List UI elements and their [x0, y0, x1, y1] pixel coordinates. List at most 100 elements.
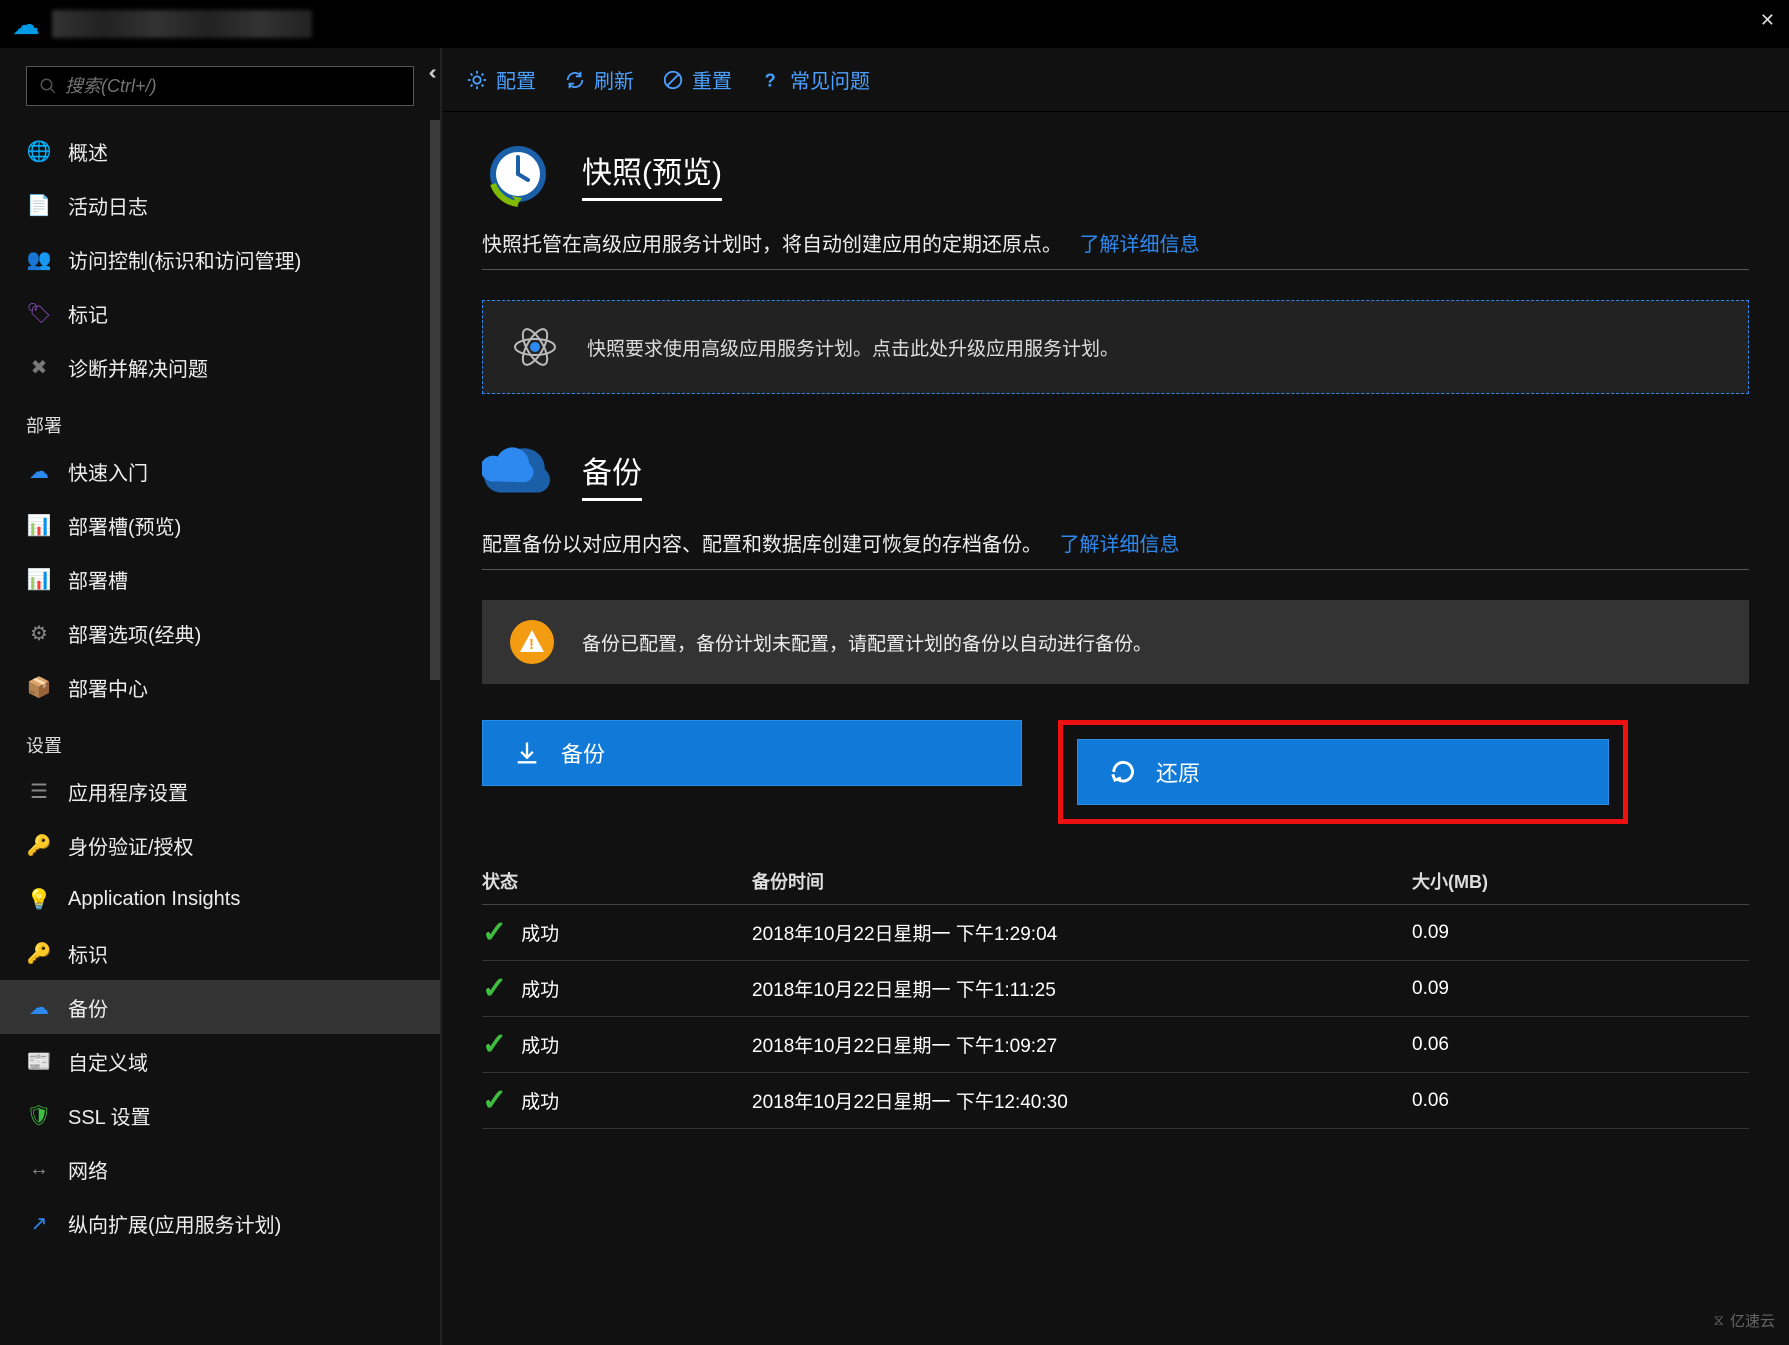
sidebar-item-纵向扩展(应用服务计划)[interactable]: ↗ 纵向扩展(应用服务计划) [0, 1196, 440, 1250]
log-icon: 📄 [26, 192, 52, 218]
sidebar-item-label: 部署选项(经典) [68, 619, 201, 648]
search-box[interactable] [26, 66, 414, 106]
status-text: 成功 [521, 1031, 559, 1058]
backup-learn-more-link[interactable]: 了解详细信息 [1060, 534, 1180, 556]
col-size: 大小(MB) [1412, 868, 1612, 894]
sidebar-item-活动日志[interactable]: 📄 活动日志 [0, 178, 440, 232]
size-cell: 0.06 [1412, 1090, 1612, 1112]
sidebar-item-label: 快速入门 [68, 457, 148, 486]
snapshot-desc: 快照托管在高级应用服务计划时，将自动创建应用的定期还原点。 了解详细信息 [482, 228, 1749, 257]
svg-text:!: ! [529, 636, 534, 653]
sidebar-item-label: 应用程序设置 [68, 777, 188, 806]
key-icon: 🔑 [26, 940, 52, 966]
cloud-icon: ☁ [26, 994, 52, 1020]
section-settings: 设置 [0, 714, 440, 764]
download-icon [513, 739, 541, 767]
center-icon: 📦 [26, 674, 52, 700]
sidebar-item-label: 备份 [68, 993, 108, 1022]
infinity-icon: ⧖ [1713, 1312, 1724, 1329]
col-status: 状态 [482, 868, 752, 894]
sidebar-item-label: SSL 设置 [68, 1101, 151, 1130]
sidebar-item-label: 部署槽 [68, 565, 128, 594]
title-blurred [52, 10, 312, 38]
snapshot-header: 快照(预览) [482, 138, 1749, 210]
net-icon: ↔ [26, 1156, 52, 1182]
sidebar-item-label: 部署中心 [68, 673, 148, 702]
status-text: 成功 [521, 1087, 559, 1114]
toolbar: 配置 刷新 重置 ?常见问题 [442, 48, 1789, 112]
watermark: ⧖ 亿速云 [1713, 1310, 1775, 1331]
restore-highlight: 还原 [1058, 720, 1628, 824]
title-bar: ☁ ✕ [0, 0, 1789, 48]
reset-button[interactable]: 重置 [662, 65, 732, 94]
sidebar-item-部署选项(经典)[interactable]: ⚙ 部署选项(经典) [0, 606, 440, 660]
time-cell: 2018年10月22日星期一 下午1:11:25 [752, 975, 1412, 1002]
table-row[interactable]: ✓成功2018年10月22日星期一 下午1:11:250.09 [482, 961, 1749, 1017]
check-icon: ✓ [482, 1027, 507, 1062]
sidebar-item-SSL 设置[interactable]: 🛡 SSL 设置 [0, 1088, 440, 1142]
svg-text:?: ? [765, 69, 776, 90]
scale-icon: ↗ [26, 1210, 52, 1236]
shield-icon: 🛡 [26, 1102, 52, 1128]
divider [482, 569, 1749, 570]
sidebar-item-label: 标记 [68, 299, 108, 328]
backup-desc: 配置备份以对应用内容、配置和数据库创建可恢复的存档备份。 了解详细信息 [482, 528, 1749, 557]
sidebar-item-Application Insights[interactable]: 💡Application Insights [0, 872, 440, 926]
page-icon: 📰 [26, 1048, 52, 1074]
atom-icon [511, 323, 559, 371]
size-cell: 0.09 [1412, 978, 1612, 1000]
sidebar-item-标识[interactable]: 🔑标识 [0, 926, 440, 980]
configure-button[interactable]: 配置 [466, 65, 536, 94]
sidebar-item-部署中心[interactable]: 📦 部署中心 [0, 660, 440, 714]
warning-icon: ! [510, 620, 554, 664]
sidebar-item-部署槽[interactable]: 📊部署槽 [0, 552, 440, 606]
search-icon [39, 77, 57, 95]
time-cell: 2018年10月22日星期一 下午12:40:30 [752, 1087, 1412, 1114]
faq-button[interactable]: ?常见问题 [760, 65, 870, 94]
sidebar-item-诊断并解决问题[interactable]: ✖诊断并解决问题 [0, 340, 440, 394]
sidebar: ‹‹ 🌐概述📄活动日志👥访问控制(标识和访问管理)🏷标记✖诊断并解决问题部署☁快… [0, 48, 440, 1345]
table-row[interactable]: ✓成功2018年10月22日星期一 下午12:40:300.06 [482, 1073, 1749, 1129]
sidebar-item-备份[interactable]: ☁ 备份 [0, 980, 440, 1034]
sidebar-item-label: 访问控制(标识和访问管理) [68, 245, 301, 274]
cloud-backup-icon [482, 438, 554, 510]
question-icon: ? [760, 69, 782, 91]
backup-table-header: 状态 备份时间 大小(MB) [482, 864, 1749, 905]
restore-button[interactable]: 还原 [1077, 739, 1609, 805]
sidebar-item-快速入门[interactable]: ☁快速入门 [0, 444, 440, 498]
restore-icon [1108, 758, 1136, 786]
sidebar-item-标记[interactable]: 🏷标记 [0, 286, 440, 340]
snapshot-upgrade-callout[interactable]: 快照要求使用高级应用服务计划。点击此处升级应用服务计划。 [482, 300, 1749, 394]
sidebar-item-label: 纵向扩展(应用服务计划) [68, 1209, 281, 1238]
sidebar-item-label: 活动日志 [68, 191, 148, 220]
bulb-icon: 💡 [26, 886, 52, 912]
sidebar-item-label: 身份验证/授权 [68, 831, 194, 860]
snapshot-callout-text: 快照要求使用高级应用服务计划。点击此处升级应用服务计划。 [587, 334, 1119, 361]
close-icon[interactable]: ✕ [1760, 10, 1775, 31]
sidebar-item-label: 网络 [68, 1155, 108, 1184]
scrollbar[interactable] [430, 120, 440, 680]
table-row[interactable]: ✓成功2018年10月22日星期一 下午1:29:040.09 [482, 905, 1749, 961]
sidebar-item-访问控制(标识和访问管理)[interactable]: 👥 访问控制(标识和访问管理) [0, 232, 440, 286]
backup-warning: ! 备份已配置，备份计划未配置，请配置计划的备份以自动进行备份。 [482, 600, 1749, 684]
snapshot-learn-more-link[interactable]: 了解详细信息 [1080, 234, 1200, 256]
table-row[interactable]: ✓成功2018年10月22日星期一 下午1:09:270.06 [482, 1017, 1749, 1073]
sidebar-item-自定义域[interactable]: 📰自定义域 [0, 1034, 440, 1088]
sidebar-item-身份验证/授权[interactable]: 🔑 身份验证/授权 [0, 818, 440, 872]
gear-icon: ⚙ [26, 620, 52, 646]
globe-icon: 🌐 [26, 138, 52, 164]
search-input[interactable] [65, 76, 401, 97]
section-deploy: 部署 [0, 394, 440, 444]
sidebar-item-应用程序设置[interactable]: ☰应用程序设置 [0, 764, 440, 818]
sidebar-item-概述[interactable]: 🌐概述 [0, 124, 440, 178]
iam-icon: 👥 [26, 246, 52, 272]
refresh-button[interactable]: 刷新 [564, 65, 634, 94]
key-icon: 🔑 [26, 832, 52, 858]
time-cell: 2018年10月22日星期一 下午1:09:27 [752, 1031, 1412, 1058]
backup-button[interactable]: 备份 [482, 720, 1022, 786]
sidebar-item-部署槽(预览)[interactable]: 📊部署槽(预览) [0, 498, 440, 552]
sidebar-item-网络[interactable]: ↔ 网络 [0, 1142, 440, 1196]
backup-header: 备份 [482, 438, 1749, 510]
snapshot-title: 快照(预览) [582, 148, 722, 201]
divider [482, 269, 1749, 270]
